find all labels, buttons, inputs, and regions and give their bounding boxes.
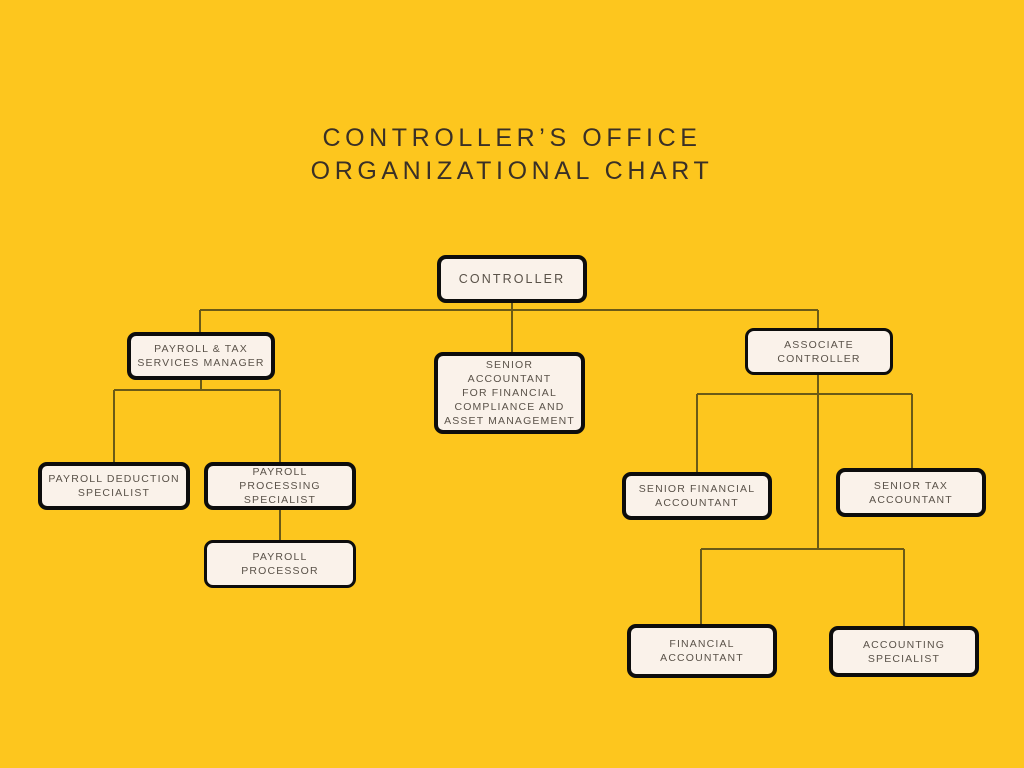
node-payroll-tax-services-manager[interactable]: PAYROLL & TAX SERVICES MANAGER (127, 332, 275, 380)
node-financial-accountant[interactable]: FINANCIAL ACCOUNTANT (627, 624, 777, 678)
node-payroll-processor[interactable]: PAYROLL PROCESSOR (204, 540, 356, 588)
node-controller[interactable]: CONTROLLER (437, 255, 587, 303)
node-senior-accountant-financial-compliance-asset-management[interactable]: SENIOR ACCOUNTANT FOR FINANCIAL COMPLIAN… (434, 352, 585, 434)
node-payroll-processing-specialist[interactable]: PAYROLL PROCESSING SPECIALIST (204, 462, 356, 510)
node-accounting-specialist[interactable]: ACCOUNTING SPECIALIST (829, 626, 979, 677)
node-senior-tax-accountant[interactable]: SENIOR TAX ACCOUNTANT (836, 468, 986, 517)
node-senior-financial-accountant[interactable]: SENIOR FINANCIAL ACCOUNTANT (622, 472, 772, 520)
org-chart-canvas: CONTROLLER’S OFFICE ORGANIZATIONAL CHART… (0, 0, 1024, 768)
node-payroll-deduction-specialist[interactable]: PAYROLL DEDUCTION SPECIALIST (38, 462, 190, 510)
node-associate-controller[interactable]: ASSOCIATE CONTROLLER (745, 328, 893, 375)
